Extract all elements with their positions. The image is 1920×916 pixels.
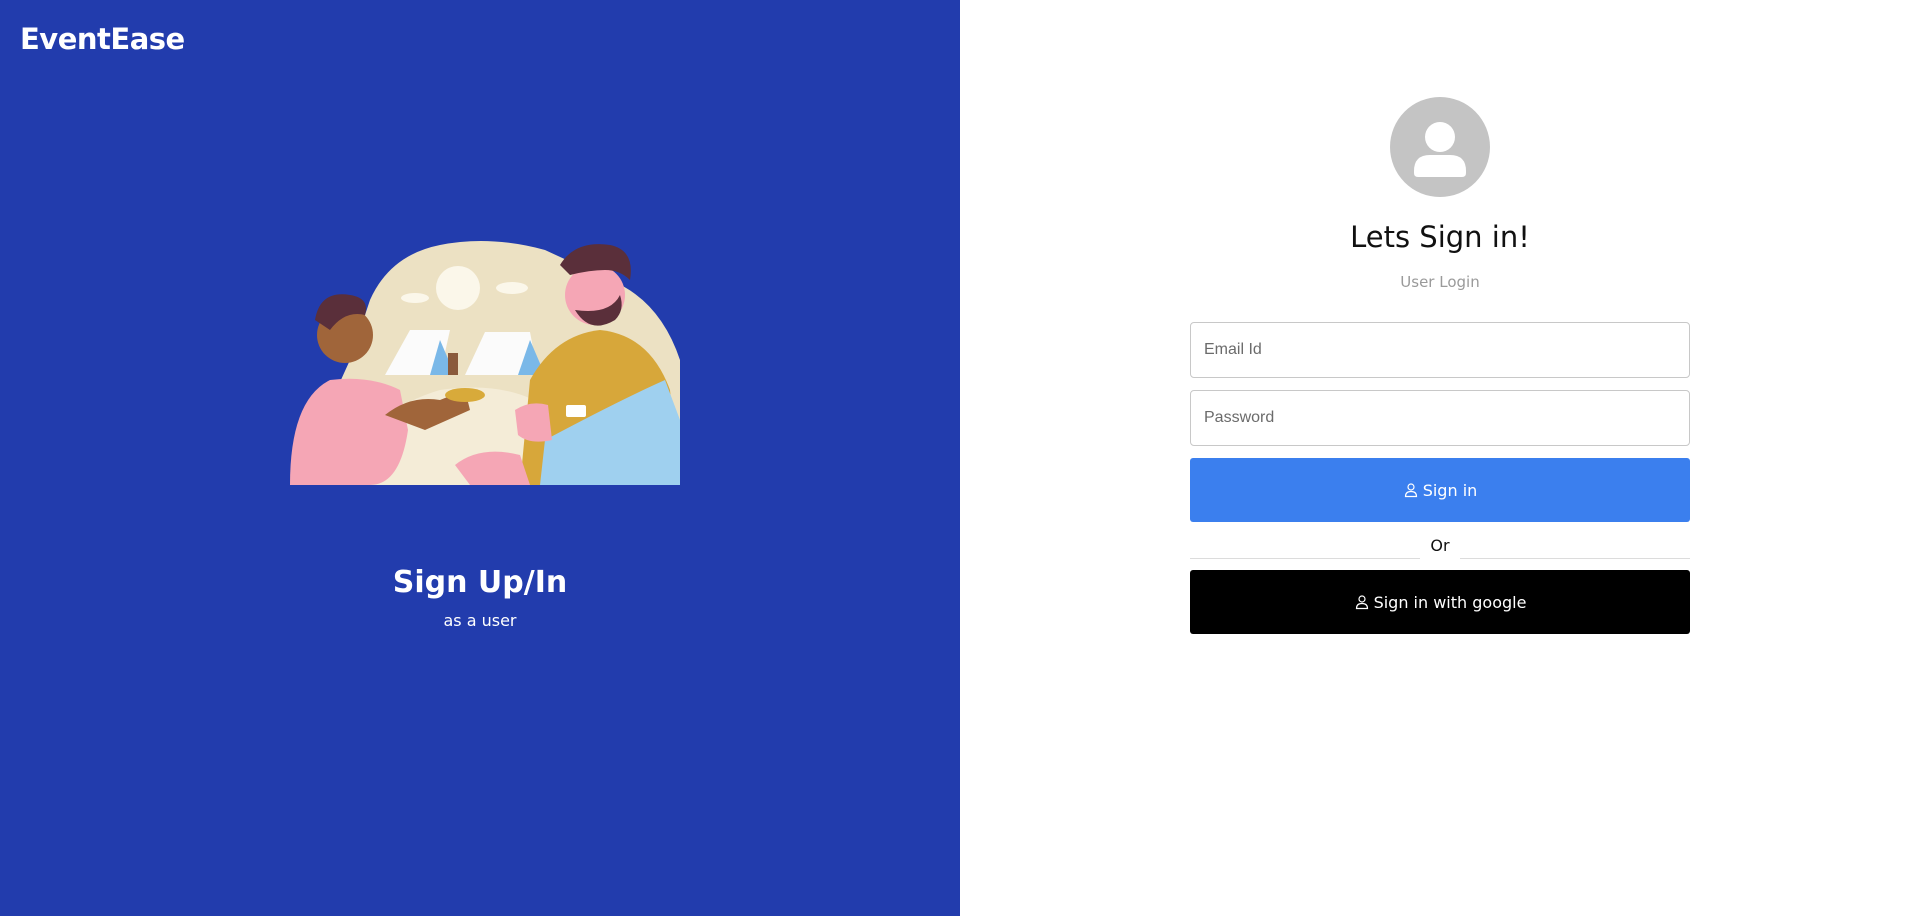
login-subtitle: User Login (1400, 273, 1480, 291)
divider-text: Or (1430, 536, 1450, 555)
brand-logo[interactable]: EventEase (20, 22, 185, 56)
user-icon (1390, 97, 1490, 197)
login-panel: Lets Sign in! User Login Sign in Or Sign… (960, 0, 1920, 916)
sign-in-label: Sign in (1422, 480, 1478, 500)
left-panel-title: Sign Up/In (392, 565, 568, 600)
password-field[interactable] (1190, 390, 1690, 446)
left-panel-subtitle: as a user (443, 611, 517, 630)
google-sign-in-button[interactable]: Sign in with google (1190, 570, 1690, 634)
sign-in-button[interactable]: Sign in (1190, 458, 1690, 522)
email-field[interactable] (1190, 322, 1690, 378)
divider-line-left (1190, 558, 1420, 559)
user-outline-icon (1404, 483, 1417, 498)
left-panel: EventEase Sign Up/In as a user (0, 0, 960, 916)
two-people-camping-illustration (290, 241, 680, 485)
user-outline-icon (1355, 595, 1368, 610)
login-title: Lets Sign in! (1350, 220, 1530, 254)
google-sign-in-label: Sign in with google (1373, 592, 1527, 612)
divider-line-right (1460, 558, 1690, 559)
